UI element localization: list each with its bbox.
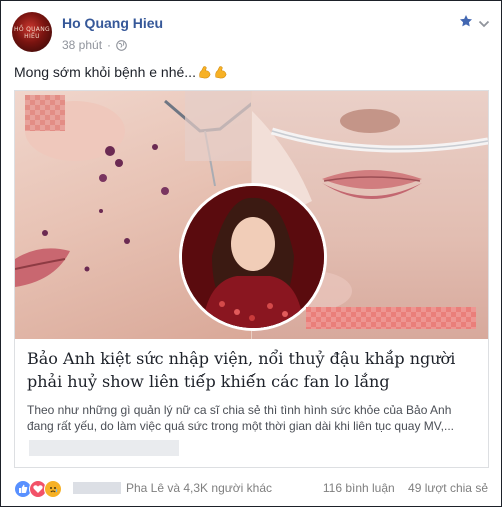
blurred-reactor-name [73, 482, 121, 494]
avatar-text: HỒ QUANG HIẾU [14, 26, 50, 40]
blurred-source-domain [29, 440, 179, 456]
author-name[interactable]: Ho Quang Hieu [62, 15, 163, 31]
description-line: Theo như những gì quản lý nữ ca sĩ chia … [27, 403, 452, 417]
globe-icon[interactable] [116, 39, 127, 51]
blurred-watermark [306, 307, 476, 329]
link-title[interactable]: Bảo Anh kiệt sức nhập viện, nổi thuỷ đậu… [27, 347, 479, 393]
avatar[interactable]: HỒ QUANG HIẾU [12, 12, 52, 52]
reaction-icons[interactable] [14, 480, 62, 498]
star-icon[interactable] [459, 14, 473, 28]
engagement-counts: 116 bình luận 49 lượt chia sẻ [323, 481, 488, 495]
reactions-summary[interactable]: Pha Lê và 4,3K người khác [126, 481, 272, 495]
link-description: Theo như những gì quản lý nữ ca sĩ chia … [27, 402, 479, 434]
link-image[interactable] [15, 91, 488, 339]
chevron-down-icon[interactable] [478, 16, 490, 28]
caption-text: Mong sớm khỏi bệnh e nhé... [14, 64, 196, 80]
flexed-biceps-emoji-icon [213, 65, 228, 80]
post-caption: Mong sớm khỏi bệnh e nhé... [14, 64, 228, 80]
link-preview[interactable]: Bảo Anh kiệt sức nhập viện, nổi thuỷ đậu… [14, 90, 489, 468]
inset-portrait [179, 183, 327, 331]
comments-count[interactable]: 116 bình luận [323, 481, 395, 495]
meta-separator: · [107, 38, 112, 52]
post-time[interactable]: 38 phút [62, 38, 102, 52]
post-meta: 38 phút · [62, 38, 127, 52]
sad-reaction-icon [44, 480, 62, 498]
description-line: đang rất yếu, do làm việc quá sức trong … [27, 419, 455, 433]
shares-count[interactable]: 49 lượt chia sẻ [408, 481, 488, 495]
blurred-region [25, 95, 65, 131]
flexed-biceps-emoji-icon [197, 65, 212, 80]
post-card: HỒ QUANG HIẾU Ho Quang Hieu 38 phút · Mo… [0, 0, 502, 507]
